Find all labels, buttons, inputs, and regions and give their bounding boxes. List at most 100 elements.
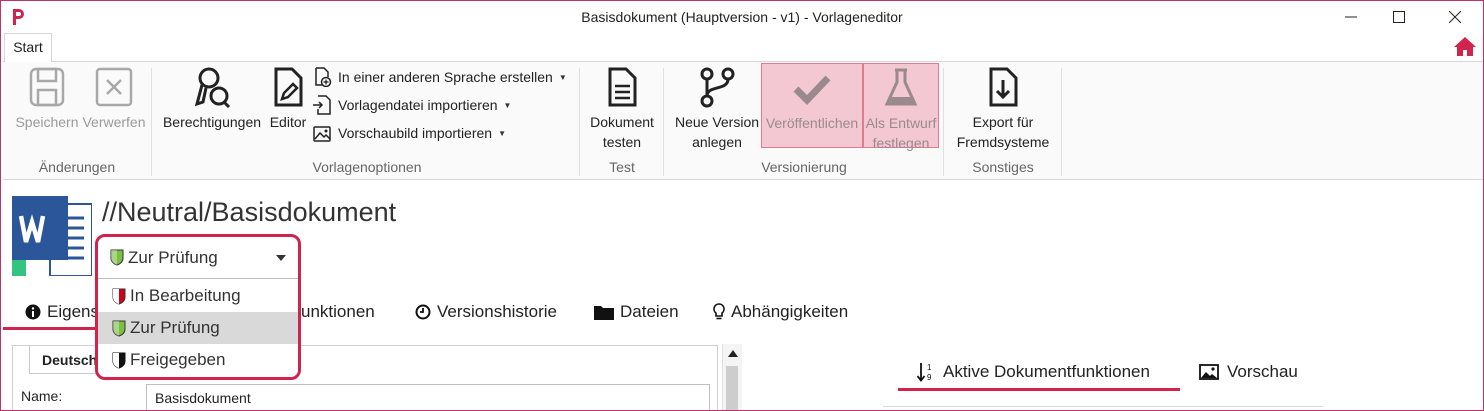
permissions-icon <box>194 67 231 108</box>
create-language-button[interactable]: In einer anderen Sprache erstellen ▼ <box>312 65 567 89</box>
shield-black-icon <box>112 352 126 369</box>
import-preview-button[interactable]: Vorschaubild importieren ▼ <box>312 121 506 145</box>
maximize-icon <box>1393 11 1405 23</box>
group-separator <box>1061 68 1062 176</box>
flask-icon <box>884 68 918 106</box>
name-input[interactable] <box>146 384 710 410</box>
new-file-language-icon <box>315 67 332 87</box>
test-document-button[interactable]: Dokument testen <box>585 66 659 152</box>
tab-dependencies[interactable]: Abhängigkeiten <box>713 297 848 327</box>
set-draft-label-1: Als Entwurf <box>865 115 937 131</box>
scroll-up-icon[interactable] <box>728 350 738 357</box>
import-template-button[interactable]: Vorlagendatei importieren ▼ <box>312 93 511 117</box>
chevron-down-icon: ▼ <box>558 72 567 82</box>
right-panel-border <box>883 406 1323 407</box>
chevron-down-icon: ▼ <box>503 100 512 110</box>
editor-icon <box>274 67 303 107</box>
group-label-misc: Sonstiges <box>972 159 1034 175</box>
shield-green-icon <box>112 320 126 337</box>
document-path-title: //Neutral/Basisdokument <box>102 197 397 227</box>
properties-scrollbar[interactable] <box>722 344 742 410</box>
tab-properties[interactable]: Eigens <box>25 297 99 327</box>
new-version-button[interactable]: Neue Version anlegen <box>669 66 765 152</box>
test-document-label-1: Dokument <box>590 114 654 130</box>
group-separator <box>151 68 152 176</box>
group-label-changes: Änderungen <box>38 159 116 175</box>
set-draft-label-2: festlegen <box>872 135 930 151</box>
close-button[interactable] <box>1431 1 1479 33</box>
status-option-label: Freigegeben <box>130 350 226 369</box>
tab-document-functions[interactable]: unktionen <box>301 297 375 327</box>
test-document-icon <box>608 67 637 107</box>
sort-numeric-icon: 1 9 <box>917 363 932 382</box>
editor-label: Editor <box>269 114 307 130</box>
folder-icon <box>594 306 614 320</box>
export-button[interactable]: Export für Fremdsysteme <box>951 66 1055 152</box>
export-file-icon <box>989 67 1018 107</box>
svg-text:9: 9 <box>927 373 932 382</box>
minimize-icon <box>1345 16 1357 18</box>
checkmark-icon <box>793 75 831 106</box>
publish-label: Veröffentlichen <box>765 115 859 131</box>
tab-active-functions-label: Aktive Dokumentfunktionen <box>943 362 1150 381</box>
status-dropdown-selected[interactable]: Zur Prüfung <box>98 237 298 279</box>
new-version-label-2: anlegen <box>692 134 742 150</box>
tab-preview-label: Vorschau <box>1227 362 1298 381</box>
image-icon <box>1199 364 1219 380</box>
tab-dependencies-label: Abhängigkeiten <box>731 302 849 321</box>
tab-preview[interactable]: Vorschau <box>1199 357 1298 387</box>
title-bar: Basisdokument (Hauptversion - v1) - Vorl… <box>1 1 1483 33</box>
active-right-tab-indicator <box>898 388 1180 391</box>
status-option-freigegeben[interactable]: Freigegeben <box>98 344 298 376</box>
tab-properties-label: Eigens <box>47 302 99 321</box>
shield-green-icon <box>110 249 124 266</box>
tab-files[interactable]: Dateien <box>594 297 679 327</box>
export-label-2: Fremdsysteme <box>956 134 1050 150</box>
branch-icon <box>700 67 735 108</box>
scroll-thumb[interactable] <box>726 366 738 410</box>
maximize-button[interactable] <box>1375 1 1423 33</box>
word-document-icon <box>12 196 92 276</box>
home-icon[interactable] <box>1453 35 1477 57</box>
chevron-down-icon <box>276 255 286 261</box>
export-label-1: Export für <box>972 114 1034 130</box>
discard-icon <box>95 67 133 107</box>
tab-document-functions-label: unktionen <box>301 302 375 321</box>
status-dropdown[interactable]: Zur Prüfung In Bearbeitung Zur Prüfung F… <box>95 234 301 380</box>
svg-text:1: 1 <box>927 363 932 372</box>
import-preview-label: Vorschaubild importieren <box>338 125 493 141</box>
minimize-button[interactable] <box>1327 1 1375 33</box>
status-selected-label: Zur Prüfung <box>128 247 218 267</box>
status-option-label: Zur Prüfung <box>130 318 220 337</box>
name-label: Name: <box>21 388 63 404</box>
create-language-label: In einer anderen Sprache erstellen <box>338 69 553 85</box>
status-option-in-bearbeitung[interactable]: In Bearbeitung <box>98 280 298 312</box>
set-draft-button[interactable]: Als Entwurf festlegen <box>863 63 939 151</box>
tab-version-history[interactable]: Versionshistorie <box>415 297 557 327</box>
editor-button[interactable]: Editor <box>265 66 311 132</box>
group-separator <box>943 68 944 176</box>
clock-icon <box>415 304 431 320</box>
group-separator <box>663 68 664 176</box>
status-option-zur-pruefung[interactable]: Zur Prüfung <box>98 312 298 344</box>
import-template-label: Vorlagendatei importieren <box>338 97 498 113</box>
discard-label: Verwerfen <box>82 114 146 130</box>
publish-button[interactable]: Veröffentlichen <box>761 63 863 148</box>
window-title: Basisdokument (Hauptversion - v1) - Vorl… <box>581 9 903 25</box>
group-separator <box>579 68 580 176</box>
tab-start[interactable]: Start <box>4 33 52 62</box>
close-icon <box>1449 11 1461 23</box>
save-label: Speichern <box>15 114 79 130</box>
discard-button[interactable]: Verwerfen <box>79 66 149 132</box>
tab-active-functions[interactable]: 1 9 Aktive Dokumentfunktionen <box>917 357 1150 387</box>
app-window: Basisdokument (Hauptversion - v1) - Vorl… <box>0 0 1484 411</box>
permissions-label: Berechtigungen <box>162 114 262 130</box>
ribbon: Speichern Verwerfen Änderungen Berechtig… <box>3 61 1483 180</box>
save-button[interactable]: Speichern <box>8 66 86 132</box>
test-document-label-2: testen <box>602 134 642 150</box>
active-tab-indicator <box>3 327 95 330</box>
chevron-down-icon: ▼ <box>498 128 507 138</box>
status-option-label: In Bearbeitung <box>130 286 241 305</box>
permissions-button[interactable]: Berechtigungen <box>158 66 266 132</box>
info-icon <box>25 304 41 320</box>
